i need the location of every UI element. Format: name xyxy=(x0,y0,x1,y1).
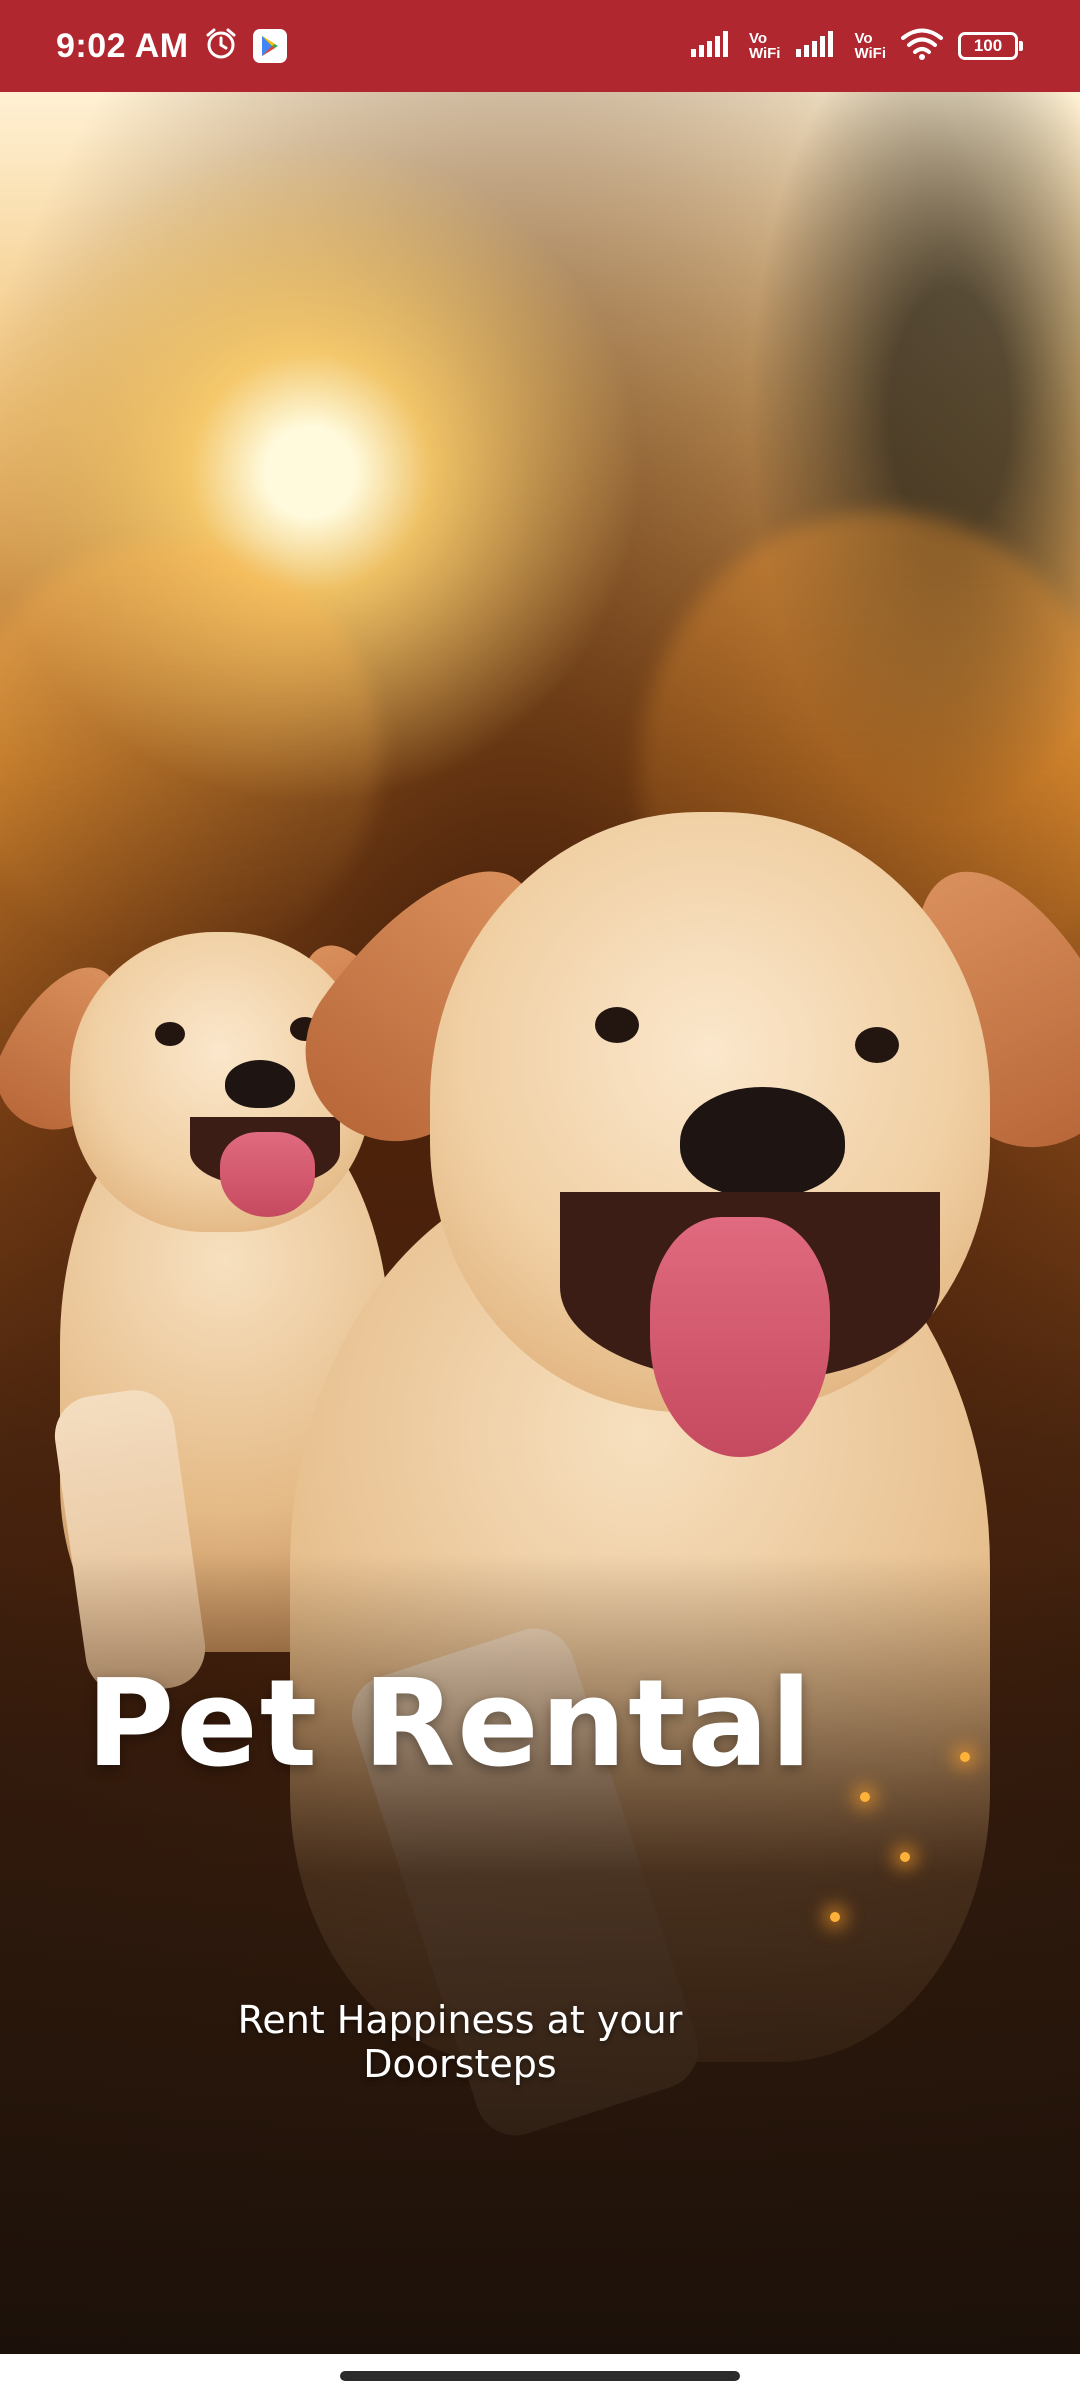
wifi-calling-label: WiFi xyxy=(854,45,886,62)
status-bar-left: 9:02 AM xyxy=(56,26,287,66)
tagline-line-1: Rent Happiness at your xyxy=(237,1998,683,2042)
signal-strength-icon-sim2 xyxy=(794,29,840,63)
wifi-icon xyxy=(900,27,944,65)
status-time: 9:02 AM xyxy=(56,26,189,65)
home-indicator[interactable] xyxy=(340,2371,740,2381)
signal-strength-icon xyxy=(689,29,735,63)
app-tagline: Rent Happiness at your Doorsteps xyxy=(0,1998,1000,2086)
volte-label: Vo xyxy=(854,30,873,47)
app-title: Pet Rental xyxy=(86,1655,814,1794)
battery-indicator: 100 xyxy=(958,32,1023,60)
alarm-clock-icon xyxy=(203,26,239,66)
volte-wifi-badge-sim2: Vo WiFi xyxy=(854,31,886,61)
play-store-icon xyxy=(252,29,287,63)
tagline-line-2: Doorsteps xyxy=(363,2042,557,2086)
navigation-bar xyxy=(0,2354,1080,2400)
volte-label: Vo xyxy=(748,30,767,47)
light-sparkle xyxy=(900,1852,910,1862)
light-sparkle xyxy=(830,1912,840,1922)
volte-wifi-badge: Vo WiFi xyxy=(749,31,781,61)
status-bar: 9:02 AM Vo WiFi Vo WiFi 100 xyxy=(0,0,1080,92)
status-bar-right: Vo WiFi Vo WiFi 100 xyxy=(689,27,1023,65)
wifi-calling-label: WiFi xyxy=(748,45,781,62)
